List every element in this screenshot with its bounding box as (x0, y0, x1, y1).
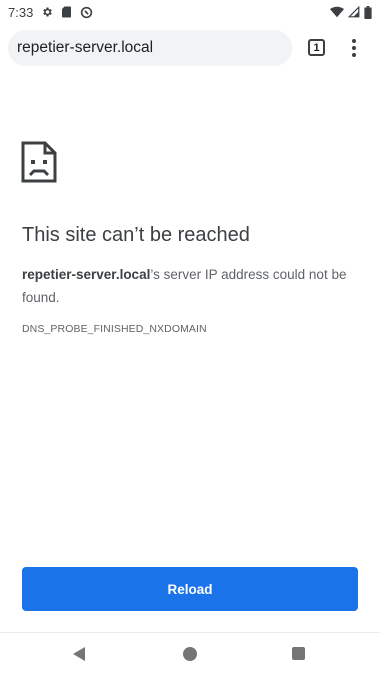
status-left: 7:33 (8, 5, 93, 20)
navigation-bar (0, 633, 380, 676)
error-summary: repetier-server.local’s server IP addres… (22, 263, 352, 309)
address-bar[interactable]: repetier-server.local (8, 30, 292, 66)
settings-icon (41, 6, 53, 18)
wifi-icon (330, 6, 344, 18)
tab-switcher-button[interactable]: 1 (308, 39, 325, 56)
sd-card-icon (61, 6, 72, 18)
more-vert-icon[interactable] (344, 36, 364, 60)
recents-icon[interactable] (292, 647, 305, 660)
cell-signal-icon (348, 6, 360, 18)
sad-page-icon (21, 141, 57, 183)
screen: 7:33 repetier-server.local 1 This site c… (0, 0, 380, 676)
browser-toolbar: repetier-server.local 1 (0, 28, 380, 68)
error-title: This site can’t be reached (22, 224, 250, 246)
battery-icon (364, 5, 372, 19)
menu-dot (352, 46, 356, 50)
status-right (330, 5, 372, 19)
error-host: repetier-server.local (22, 267, 151, 282)
back-icon[interactable] (70, 645, 88, 663)
url-text[interactable]: repetier-server.local (17, 39, 153, 57)
sync-icon (80, 6, 93, 19)
reload-button[interactable]: Reload (22, 567, 358, 611)
menu-dot (352, 53, 356, 57)
status-bar: 7:33 (0, 0, 380, 24)
home-icon[interactable] (183, 647, 197, 661)
menu-dot (352, 39, 356, 43)
status-time: 7:33 (8, 4, 34, 20)
error-code: DNS_PROBE_FINISHED_NXDOMAIN (22, 323, 207, 335)
